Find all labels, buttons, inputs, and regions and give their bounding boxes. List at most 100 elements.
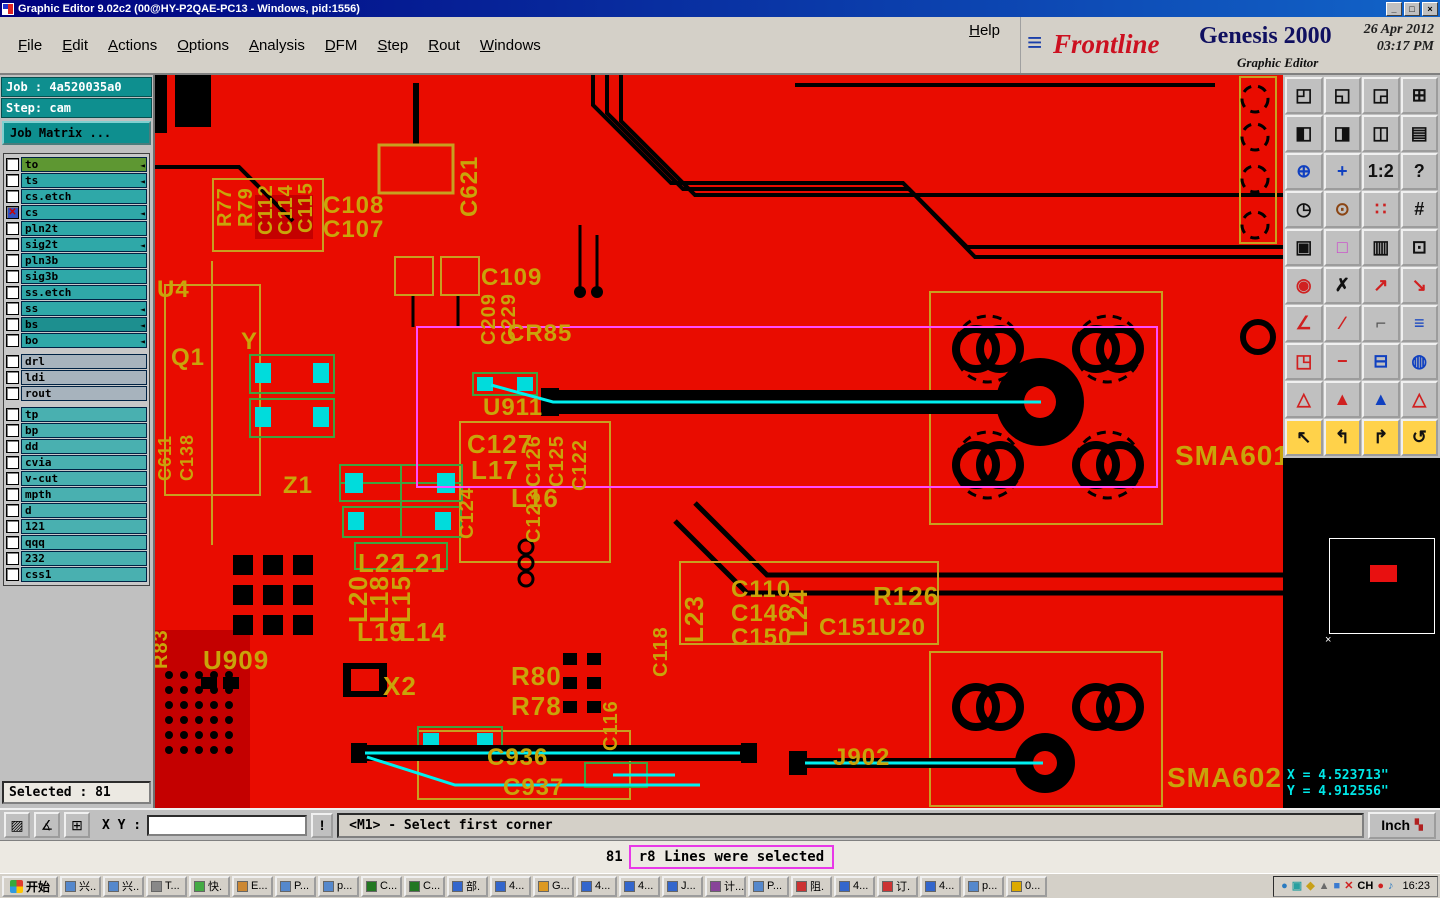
layer-checkbox[interactable] xyxy=(6,440,19,453)
layer-checkbox[interactable] xyxy=(6,371,19,384)
menu-step[interactable]: Step xyxy=(367,32,418,59)
layer-row-drl[interactable]: drl xyxy=(6,354,147,369)
menu-dfm[interactable]: DFM xyxy=(315,32,368,59)
layer-checkbox[interactable] xyxy=(6,552,19,565)
taskbar-item-20[interactable]: 4... xyxy=(920,875,962,897)
layer-row-dd[interactable]: dd xyxy=(6,439,147,454)
menu-windows[interactable]: Windows xyxy=(470,32,551,59)
grid-tool-button[interactable]: ⊞ xyxy=(64,812,90,838)
dock-right-button[interactable]: ◨ xyxy=(1323,115,1361,152)
taskbar-item-16[interactable]: P... xyxy=(748,875,790,897)
layer-row-mpth[interactable]: mpth xyxy=(6,487,147,502)
layer-checkbox[interactable] xyxy=(6,456,19,469)
taskbar-item-3[interactable]: 快. xyxy=(189,875,231,897)
layer-checkbox[interactable] xyxy=(6,334,19,347)
ruler-button[interactable]: ▥ xyxy=(1362,229,1400,266)
layer-row-d[interactable]: d xyxy=(6,503,147,518)
layer-row-bs[interactable]: bs ◄ xyxy=(6,317,147,332)
layer-row-sig3b[interactable]: sig3b xyxy=(6,269,147,284)
layer-row-ldi[interactable]: ldi xyxy=(6,370,147,385)
menu-rout[interactable]: Rout xyxy=(418,32,470,59)
zoom-fit-button[interactable]: ⊕ xyxy=(1285,153,1323,190)
layer-row-qqq[interactable]: qqq xyxy=(6,535,147,550)
layer-checkbox[interactable] xyxy=(6,238,19,251)
layer-row-css1[interactable]: css1 xyxy=(6,567,147,582)
layer-checkbox[interactable] xyxy=(6,190,19,203)
layer-checkbox[interactable] xyxy=(6,318,19,331)
taskbar-item-6[interactable]: p... xyxy=(318,875,360,897)
layer-checkbox[interactable] xyxy=(6,302,19,315)
pcb-canvas[interactable]: C621C108C107R77 R79C112C114C115C109C209C2… xyxy=(155,75,1283,808)
taskbar-item-7[interactable]: C... xyxy=(361,875,403,897)
layer-row-sig2t[interactable]: sig2t ◄ xyxy=(6,237,147,252)
dock-left-button[interactable]: ◧ xyxy=(1285,115,1323,152)
layer-checkbox[interactable] xyxy=(6,254,19,267)
shape-edit-button[interactable]: □ xyxy=(1323,229,1361,266)
layer-row-ss[interactable]: ss ◄ xyxy=(6,301,147,316)
layer-checkbox[interactable] xyxy=(6,408,19,421)
layer-row-121[interactable]: 121 xyxy=(6,519,147,534)
layer-checkbox[interactable] xyxy=(6,536,19,549)
help-tool-button[interactable]: ? xyxy=(1400,153,1438,190)
layer-row-ss.etch[interactable]: ss.etch xyxy=(6,285,147,300)
layer-row-cs[interactable]: ✕ cs ◄ xyxy=(6,205,147,220)
angle-tool-button[interactable]: ∡ xyxy=(34,812,60,838)
cursor-zoom-button[interactable]: ↱ xyxy=(1362,419,1400,456)
crop-corner-button[interactable]: ◳ xyxy=(1285,343,1323,380)
layer-checkbox[interactable] xyxy=(6,270,19,283)
layer-row-cs.etch[interactable]: cs.etch xyxy=(6,189,147,204)
alert-button[interactable]: ! xyxy=(311,812,334,838)
vector-se-button[interactable]: ↘ xyxy=(1400,267,1438,304)
frame-select-button[interactable]: ▣ xyxy=(1285,229,1323,266)
layer-checkbox[interactable] xyxy=(6,286,19,299)
tray-icon-3[interactable]: ▲ xyxy=(1319,879,1330,893)
taskbar-item-13[interactable]: 4... xyxy=(619,875,661,897)
layer-row-bp[interactable]: bp xyxy=(6,423,147,438)
fill-lines-button[interactable]: ≡ xyxy=(1400,305,1438,342)
taskbar-item-15[interactable]: 计... xyxy=(705,875,747,897)
taskbar-item-8[interactable]: C... xyxy=(404,875,446,897)
taskbar-item-14[interactable]: J... xyxy=(662,875,704,897)
overview-zoom-frame[interactable] xyxy=(1329,538,1435,634)
menu-edit[interactable]: Edit xyxy=(52,32,98,59)
taskbar-item-4[interactable]: E... xyxy=(232,875,274,897)
menu-analysis[interactable]: Analysis xyxy=(239,32,315,59)
cursor-select-button[interactable]: ↖ xyxy=(1285,419,1323,456)
taskbar-item-0[interactable]: 兴.. xyxy=(60,875,102,897)
layer-checkbox[interactable] xyxy=(6,387,19,400)
cursor-add-button[interactable]: ↰ xyxy=(1323,419,1361,456)
taskbar-item-22[interactable]: 0... xyxy=(1006,875,1048,897)
taskbar-item-19[interactable]: 订. xyxy=(877,875,919,897)
layer-checkbox[interactable] xyxy=(6,424,19,437)
layer-checkbox[interactable] xyxy=(6,158,19,171)
overlay-button[interactable]: ◫ xyxy=(1362,115,1400,152)
slope-button[interactable]: ∕ xyxy=(1323,305,1361,342)
close-button[interactable]: × xyxy=(1422,1,1438,16)
angle-measure-button[interactable]: ∠ xyxy=(1285,305,1323,342)
layer-row-tp[interactable]: tp xyxy=(6,407,147,422)
taskbar-item-18[interactable]: 4... xyxy=(834,875,876,897)
layer-checkbox[interactable] xyxy=(6,174,19,187)
tray-icon-4[interactable]: ■ xyxy=(1334,879,1341,893)
layer-checkbox[interactable]: ✕ xyxy=(6,206,19,219)
units-button[interactable]: Inch ▚ xyxy=(1368,811,1436,839)
taskbar-item-10[interactable]: 4... xyxy=(490,875,532,897)
scale-1-2-button[interactable]: 1:2 xyxy=(1362,153,1400,190)
triangle-solid-button[interactable]: ▲ xyxy=(1323,381,1361,418)
menu-help[interactable]: Help xyxy=(959,17,1010,73)
layer-checkbox[interactable] xyxy=(6,222,19,235)
net-points-button[interactable]: ∷ xyxy=(1362,191,1400,228)
tray-icon-5[interactable]: ✕ xyxy=(1344,879,1353,893)
taskbar-item-1[interactable]: 兴.. xyxy=(103,875,145,897)
hatch-tool-button[interactable]: ▨ xyxy=(4,812,30,838)
layer-checkbox[interactable] xyxy=(6,488,19,501)
taskbar-item-17[interactable]: 阻. xyxy=(791,875,833,897)
copy-view-button[interactable]: ◰ xyxy=(1285,77,1323,114)
layer-checkbox[interactable] xyxy=(6,355,19,368)
menu-file[interactable]: File xyxy=(8,32,52,59)
tray-icon-1[interactable]: ▣ xyxy=(1292,879,1302,893)
layer-checkbox[interactable] xyxy=(6,520,19,533)
taskbar-item-5[interactable]: P... xyxy=(275,875,317,897)
probe-pin-button[interactable]: ⊙ xyxy=(1323,191,1361,228)
minimize-button[interactable]: _ xyxy=(1386,1,1402,16)
